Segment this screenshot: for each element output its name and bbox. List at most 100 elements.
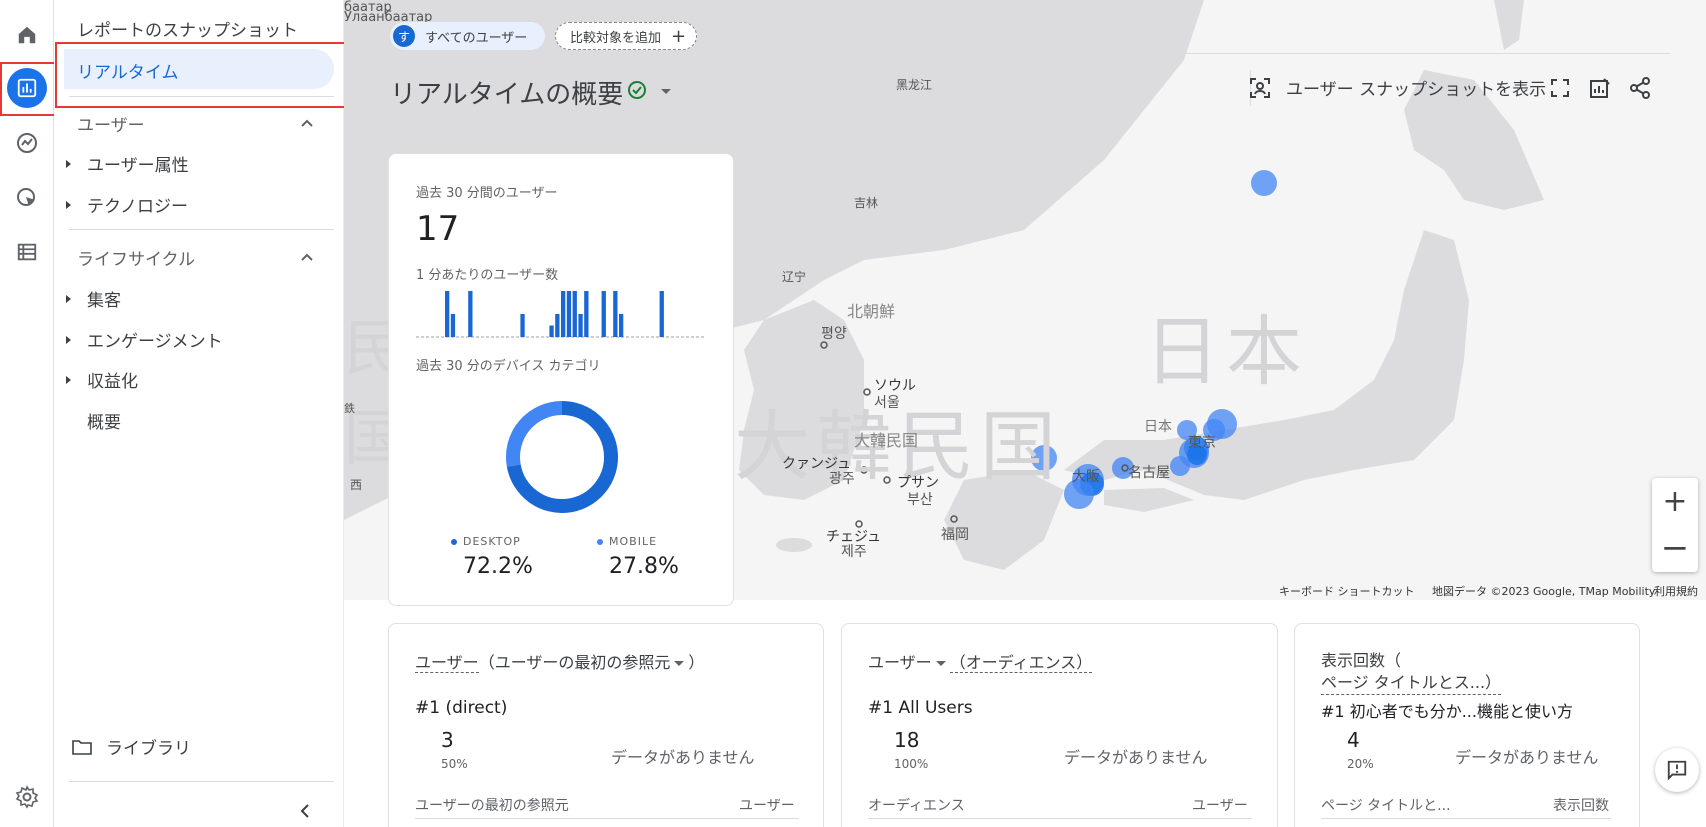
minute-bar[interactable] [566,291,572,337]
column-header: オーディエンス [868,798,965,814]
chevron-up-icon[interactable] [300,250,314,264]
zoom-in-button[interactable]: + [1652,478,1698,524]
customize-report-icon[interactable] [1588,76,1612,100]
column-header: 表示回数 [1553,798,1609,814]
expand-arrow-icon [66,159,71,168]
minute-bar[interactable] [555,314,560,337]
advertising-icon[interactable] [7,178,47,218]
folder-icon [72,739,92,755]
donut-slice-mobile[interactable] [506,401,563,467]
top-value: 3 [441,728,454,752]
nav-item-library[interactable]: ライブラリ [72,734,191,759]
minute-bar[interactable] [613,291,618,337]
nav-item-snapshot[interactable]: レポートのスナップショット [77,16,298,41]
collapse-chevron-left-icon[interactable] [298,803,312,819]
map-label: 大阪 [1072,469,1100,485]
first-source-card: ユーザー（ユーザーの最初の参照元） #1 (direct) 3 50% データが… [388,623,824,827]
minute-bar[interactable] [601,291,606,337]
map-label: 평양 [821,326,847,342]
card-title[interactable]: 表示回数（ ページ タイトルとス...） [1321,650,1502,695]
card-title[interactable]: ユーザー （オーディエンス） [868,652,1093,674]
segment-chip-all-users[interactable]: す すべてのユーザー [390,22,545,50]
map-label: 北朝鮮 [847,302,896,321]
legend-mobile-label: MOBILE [609,535,658,548]
nav-item-acquisition[interactable]: 集客 [66,286,121,311]
table-divider [1321,818,1611,819]
feedback-icon [1667,760,1687,781]
device-donut-chart[interactable] [504,399,620,515]
minute-bar[interactable] [468,291,473,337]
top-rank: #1 (direct) [415,698,507,718]
card-dimension[interactable]: ページ タイトルとス...） [1321,672,1502,695]
card-dimension[interactable]: （ユーザーの最初の参照元 [479,653,671,672]
map-label: 광주 [829,471,855,487]
check-circle-icon[interactable] [627,80,647,100]
nav-divider [69,781,334,782]
minute-bar[interactable] [578,314,583,337]
audience-card: ユーザー （オーディエンス） #1 All Users 18 100% データがあ… [841,623,1278,827]
minute-bar[interactable] [584,291,589,337]
users-per-minute-chart[interactable] [416,287,706,339]
minute-bar[interactable] [450,314,456,337]
nav-item-label: テクノロジー [87,197,188,217]
users-30min-value: 17 [416,209,460,249]
configure-icon[interactable] [7,232,47,272]
rank-number: #1 [1321,702,1345,721]
top-percentage: 50% [441,757,468,771]
users-per-minute-label: 1 分あたりのユーザー数 [416,268,559,283]
user-snapshot-icon [1250,77,1270,98]
minute-bar[interactable] [445,291,450,337]
table-divider [868,818,1252,819]
card-dimension[interactable]: （オーディエンス） [949,653,1093,673]
map-label: 辽宁 [782,270,807,284]
card-metric[interactable]: ユーザー [415,653,479,673]
legend-dot [451,538,457,545]
title-dropdown-caret-icon[interactable] [661,89,671,94]
top-rank: #1 All Users [868,698,973,718]
keyboard-shortcuts-link[interactable]: キーボード ショートカット [1279,583,1415,599]
top-rank: #1 初心者でも分か...機能と使い方 [1321,698,1573,722]
column-header: ユーザー [739,798,795,814]
card-title[interactable]: ユーザー（ユーザーの最初の参照元 ） [415,652,704,674]
minute-bar[interactable] [520,314,525,337]
minute-bar[interactable] [561,291,566,337]
nav-item-user-attributes[interactable]: ユーザー属性 [66,151,189,176]
add-comparison-button[interactable]: 比較対象を追加 + [555,22,697,50]
nav-section-user[interactable]: ユーザー [77,111,145,136]
nav-section-lifecycle[interactable]: ライフサイクル [77,245,195,270]
zoom-controls: + − [1652,478,1698,572]
realtime-users-card: 過去 30 分間のユーザー 17 1 分あたりのユーザー数 過去 30 分のデバ… [388,153,734,606]
home-icon[interactable] [7,15,47,55]
card-metric[interactable]: 表示回数（ [1321,650,1501,672]
desktop-percentage: 72.2% [463,554,533,579]
zoom-out-button[interactable]: − [1652,525,1698,571]
share-icon[interactable] [1628,76,1652,100]
feedback-button[interactable] [1655,748,1699,792]
segment-label: すべてのユーザー [425,30,528,46]
nav-item-technology[interactable]: テクノロジー [66,192,188,217]
map-label: 名古屋 [1128,465,1170,481]
nav-item-engagement[interactable]: エンゲージメント [66,327,223,352]
minute-bar[interactable] [659,291,664,337]
terms-link[interactable]: 利用規約 [1654,583,1698,599]
expand-arrow-icon [66,335,71,344]
card-metric[interactable]: ユーザー [868,653,932,672]
nav-divider [69,229,334,230]
nav-item-overview[interactable]: 概要 [66,408,121,433]
rank-number: #1 [415,698,441,718]
minute-bar[interactable] [549,325,554,338]
explore-icon[interactable] [7,123,47,163]
view-user-snapshot-button[interactable]: ユーザー スナップショットを表示 [1248,75,1546,100]
chevron-up-icon[interactable] [300,116,314,130]
nav-item-monetization[interactable]: 収益化 [66,367,138,392]
minute-bar[interactable] [619,314,624,337]
top-percentage: 100% [894,757,929,771]
map-label: 부산 [907,492,933,508]
view-user-snapshot-label: ユーザー スナップショットを表示 [1286,80,1547,100]
settings-icon[interactable] [7,777,47,817]
card-title-close: ） [688,653,705,672]
fullscreen-icon[interactable] [1548,76,1572,100]
dropdown-caret-icon[interactable] [674,661,685,666]
minute-bar[interactable] [572,291,577,337]
dropdown-caret-icon[interactable] [935,661,946,666]
